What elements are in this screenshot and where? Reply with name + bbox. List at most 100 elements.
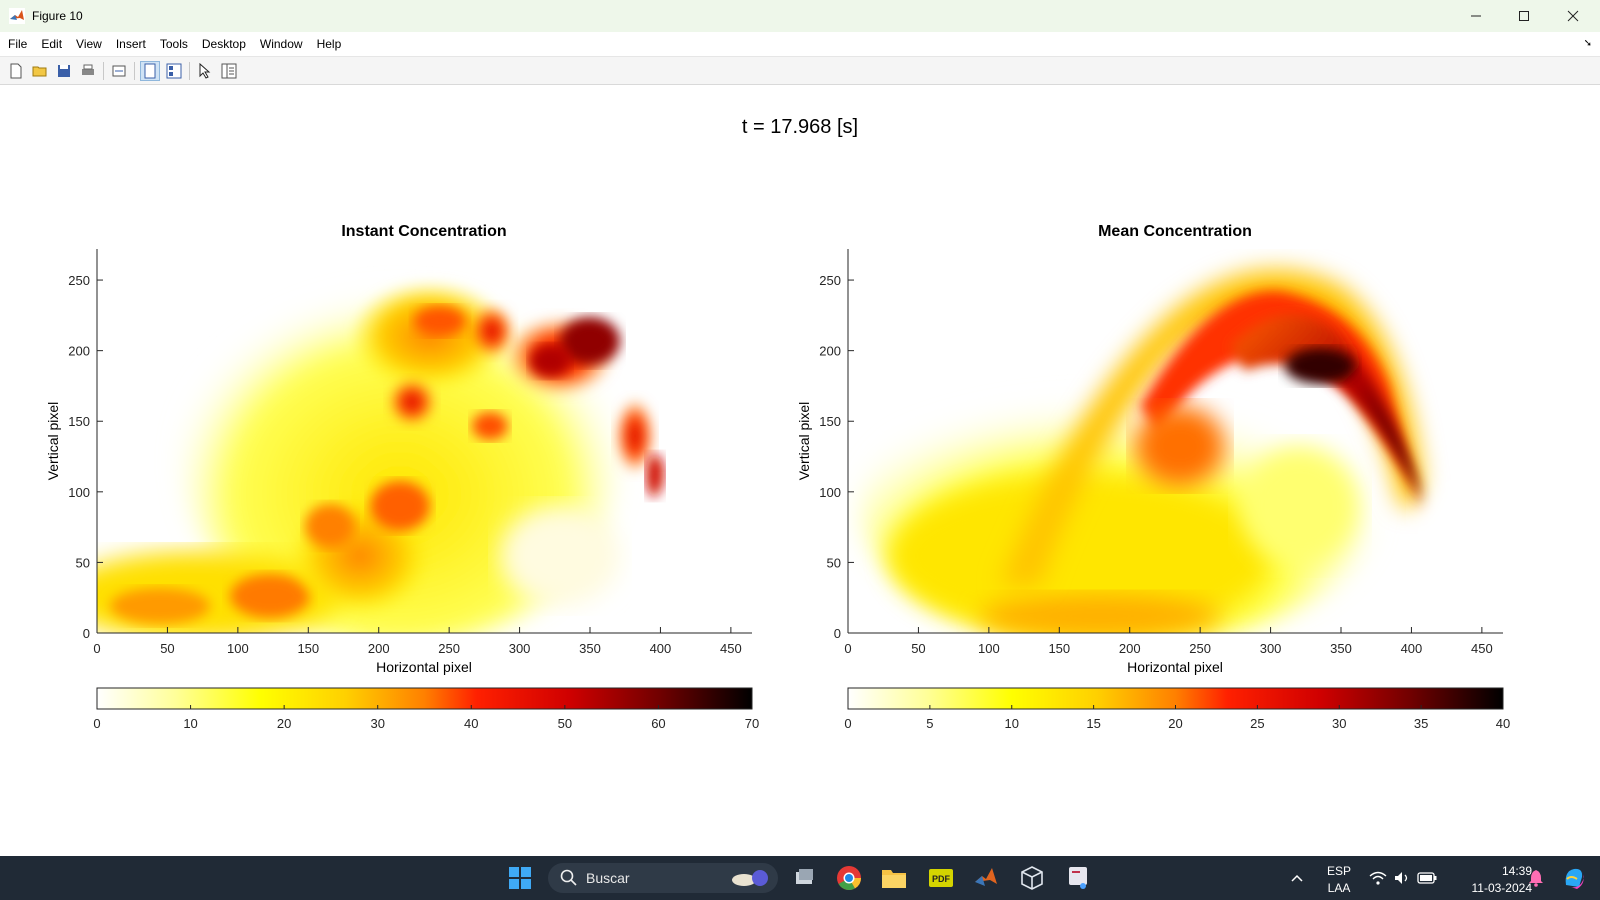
right-x-tick-label: 50 bbox=[911, 641, 925, 656]
left-y-tick-label: 250 bbox=[68, 273, 90, 288]
right-xlabel: Horizontal pixel bbox=[1127, 659, 1223, 675]
edit-plot-button[interactable] bbox=[195, 61, 215, 81]
property-editor-icon bbox=[221, 63, 237, 78]
right-x-tick-label: 150 bbox=[1048, 641, 1070, 656]
right-y-tick-label: 200 bbox=[819, 344, 841, 359]
right-colorbar-tick-label: 10 bbox=[1005, 716, 1019, 731]
maximize-icon bbox=[1519, 11, 1529, 21]
matlab-taskbar-button[interactable] bbox=[972, 864, 1000, 892]
left-plot-title: Instant Concentration bbox=[341, 223, 506, 240]
right-colorbar-tick-label: 0 bbox=[844, 716, 851, 731]
right-x-tick-label: 100 bbox=[978, 641, 1000, 656]
left-y-tick-label: 200 bbox=[68, 344, 90, 359]
menu-help[interactable]: Help bbox=[310, 37, 349, 51]
left-colorbar-tick-label: 50 bbox=[558, 716, 572, 731]
right-y-tick-label: 250 bbox=[819, 273, 841, 288]
left-colorbar-tick-label: 60 bbox=[651, 716, 665, 731]
keyboard-layout[interactable]: LAA bbox=[1324, 881, 1354, 895]
pdf-app-button[interactable]: PDF bbox=[927, 864, 955, 892]
chevron-up-icon bbox=[1291, 874, 1303, 882]
right-colorbar-tick-label: 35 bbox=[1414, 716, 1428, 731]
left-x-tick-label: 100 bbox=[227, 641, 249, 656]
arrow-cursor-icon bbox=[199, 62, 211, 79]
left-xlabel: Horizontal pixel bbox=[376, 659, 472, 675]
folder-open-icon bbox=[32, 66, 47, 76]
taskbar: Buscar PDF ESP LAA 14:39 11-03-2024 bbox=[0, 856, 1600, 900]
toolbar-separator bbox=[103, 61, 104, 80]
minimize-icon bbox=[1471, 15, 1481, 17]
new-figure-button[interactable] bbox=[6, 61, 26, 81]
open-file-button[interactable] bbox=[30, 61, 50, 81]
left-y-tick-label: 150 bbox=[68, 414, 90, 429]
figure-svg: t = 17.968 [s] Instant Concentration 0 5… bbox=[45, 116, 1510, 731]
right-x-tick-label: 350 bbox=[1330, 641, 1352, 656]
right-x-tick-label: 250 bbox=[1189, 641, 1211, 656]
chrome-icon bbox=[837, 866, 861, 891]
chrome-button[interactable] bbox=[835, 864, 863, 892]
hide-plot-tools-button[interactable] bbox=[140, 60, 160, 81]
close-icon bbox=[1567, 10, 1579, 22]
left-colorbar-tick-label: 30 bbox=[370, 716, 384, 731]
menu-bar: File Edit View Insert Tools Desktop Wind… bbox=[0, 32, 1600, 57]
print-figure-button[interactable] bbox=[78, 61, 98, 81]
menu-edit[interactable]: Edit bbox=[34, 37, 69, 51]
right-x-tick-label: 450 bbox=[1471, 641, 1493, 656]
menu-tools[interactable]: Tools bbox=[153, 37, 195, 51]
snipping-icon bbox=[1069, 867, 1087, 889]
print-icon bbox=[82, 64, 94, 75]
search-highlight-icon bbox=[732, 870, 768, 886]
notifications-button[interactable] bbox=[1524, 864, 1548, 892]
link-plot-button[interactable] bbox=[109, 61, 129, 81]
menu-window[interactable]: Window bbox=[253, 37, 310, 51]
maximize-button[interactable] bbox=[1500, 0, 1548, 32]
taskbar-search[interactable]: Buscar bbox=[548, 863, 778, 893]
menu-file[interactable]: File bbox=[0, 37, 34, 51]
snipping-tool-button[interactable] bbox=[1064, 864, 1092, 892]
network-button[interactable] bbox=[1366, 864, 1390, 892]
right-x-tick-label: 200 bbox=[1119, 641, 1141, 656]
folder-icon bbox=[882, 870, 906, 888]
search-icon bbox=[560, 869, 577, 886]
property-editor-button[interactable] bbox=[219, 61, 239, 81]
save-figure-button[interactable] bbox=[54, 61, 74, 81]
right-y-tick-label: 150 bbox=[819, 414, 841, 429]
dock-arrow-icon[interactable]: ➘ bbox=[1584, 38, 1592, 49]
battery-button[interactable] bbox=[1414, 864, 1440, 892]
file-explorer-button[interactable] bbox=[880, 864, 908, 892]
menu-view[interactable]: View bbox=[69, 37, 109, 51]
clock-date[interactable]: 11-03-2024 bbox=[1452, 881, 1533, 895]
menu-desktop[interactable]: Desktop bbox=[195, 37, 253, 51]
clock-time[interactable]: 14:39 bbox=[1452, 864, 1532, 878]
left-ylabel: Vertical pixel bbox=[45, 402, 61, 481]
left-x-tick-label: 250 bbox=[438, 641, 460, 656]
right-colorbar-tick-label: 5 bbox=[926, 716, 933, 731]
copilot-icon bbox=[1565, 868, 1584, 889]
left-x-tick-label: 150 bbox=[297, 641, 319, 656]
figure-toolbar bbox=[0, 57, 1600, 85]
input-language[interactable]: ESP bbox=[1324, 864, 1354, 878]
close-button[interactable] bbox=[1549, 0, 1597, 32]
start-button[interactable] bbox=[506, 864, 534, 892]
3d-app-button[interactable] bbox=[1018, 864, 1046, 892]
task-view-button[interactable] bbox=[790, 864, 818, 892]
pdf-icon: PDF bbox=[929, 869, 953, 887]
right-x-tick-label: 0 bbox=[844, 641, 851, 656]
left-colorbar-tick-label: 10 bbox=[183, 716, 197, 731]
left-y-tick-label: 0 bbox=[83, 626, 90, 641]
new-file-icon bbox=[10, 63, 22, 78]
figure-super-title: t = 17.968 [s] bbox=[742, 116, 858, 138]
right-x-tick-label: 400 bbox=[1401, 641, 1423, 656]
link-plot-icon bbox=[112, 65, 126, 76]
search-placeholder: Buscar bbox=[586, 870, 630, 886]
left-y-tick-label: 100 bbox=[68, 485, 90, 500]
left-x-tick-label: 50 bbox=[160, 641, 174, 656]
volume-button[interactable] bbox=[1390, 864, 1414, 892]
show-hidden-icons-button[interactable] bbox=[1284, 864, 1310, 892]
show-plot-tools-button[interactable] bbox=[164, 61, 184, 81]
copilot-button[interactable] bbox=[1558, 864, 1590, 892]
right-y-tick-label: 0 bbox=[834, 626, 841, 641]
minimize-button[interactable] bbox=[1452, 0, 1500, 32]
menu-insert[interactable]: Insert bbox=[109, 37, 153, 51]
toolbar-separator bbox=[134, 61, 135, 80]
window-title: Figure 10 bbox=[32, 9, 83, 23]
